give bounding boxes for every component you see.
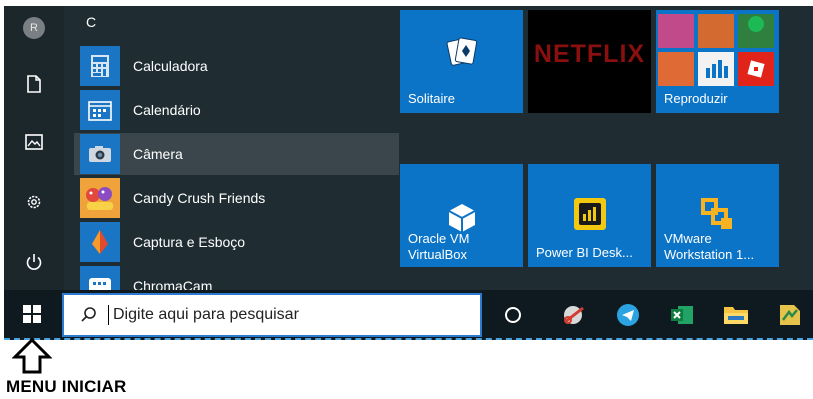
start-rail: R (4, 6, 64, 290)
tile-label: Oracle VM VirtualBox (408, 231, 469, 263)
document-icon (27, 75, 41, 93)
taskbar: Digite aqui para pesquisar (4, 290, 813, 340)
search-icon (81, 307, 96, 322)
app-label: Captura e Esboço (133, 234, 246, 250)
taskbar-snipping-tool[interactable] (553, 296, 595, 334)
avatar: R (23, 17, 45, 39)
tile-vmware-workstation[interactable]: VMware Workstation 1... (656, 164, 779, 267)
tile-label-line1: Oracle VM (408, 231, 470, 246)
screenshot: R C Calculadora Calendário Câmera Candy … (0, 0, 813, 399)
app-chromacam[interactable]: ChromaCam (74, 265, 399, 290)
calendar-icon (80, 90, 120, 130)
tile-power-bi-desktop[interactable]: Power BI Desk... (528, 164, 651, 267)
file-explorer-icon (724, 307, 748, 324)
text-caret (108, 305, 109, 325)
candy-crush-icon (80, 178, 120, 218)
app-label: ChromaCam (133, 278, 213, 290)
snipping-tool-icon (564, 306, 584, 324)
section-letter[interactable]: C (86, 14, 96, 30)
excel-icon (671, 306, 693, 324)
app-list: C Calculadora Calendário Câmera Candy Cr… (64, 6, 399, 290)
user-account-button[interactable]: R (4, 8, 64, 48)
powerbi-icon (528, 196, 651, 232)
camera-icon (80, 134, 120, 174)
tile-label: Power BI Desk... (536, 245, 633, 260)
tile-oracle-vm-virtualbox[interactable]: Oracle VM VirtualBox (400, 164, 523, 267)
tile-label-line2: Workstation 1... (664, 247, 755, 262)
cards-icon (400, 36, 523, 68)
tile-label: Reproduzir (664, 91, 728, 106)
documents-button[interactable] (4, 64, 64, 104)
settings-button[interactable] (4, 182, 64, 222)
tile-netflix[interactable]: NETFLIX (528, 10, 651, 113)
pictures-icon (25, 134, 43, 150)
snip-sketch-icon (80, 222, 120, 262)
app-label: Candy Crush Friends (133, 190, 266, 206)
search-box[interactable]: Digite aqui para pesquisar (62, 293, 482, 337)
app-label: Calendário (133, 102, 201, 118)
tile-label: Solitaire (408, 91, 455, 106)
settings-icon (27, 195, 41, 209)
virtualbox-icon (400, 202, 523, 234)
cortana-button[interactable] (492, 296, 534, 334)
app-camera[interactable]: Câmera (74, 133, 399, 175)
power-button[interactable] (4, 242, 64, 282)
vmware-icon (656, 198, 779, 232)
chromacam-icon (80, 266, 120, 290)
start-menu: R C Calculadora Calendário Câmera Candy … (4, 6, 813, 290)
cortana-icon (505, 307, 521, 323)
netflix-logo: NETFLIX (533, 40, 646, 68)
start-button[interactable] (4, 290, 60, 338)
calculator-icon (80, 46, 120, 86)
taskbar-telegram[interactable] (607, 296, 649, 334)
taskbar-excel[interactable] (661, 296, 703, 334)
pictures-button[interactable] (4, 122, 64, 162)
tile-label-line2: VirtualBox (408, 247, 468, 262)
search-placeholder: Digite aqui para pesquisar (113, 306, 299, 323)
app-candy-crush-friends[interactable]: Candy Crush Friends (74, 177, 399, 219)
tile-label: VMware Workstation 1... (664, 231, 754, 263)
taskbar-app[interactable] (769, 296, 811, 334)
games-folder-icon (656, 10, 779, 88)
app-calculadora[interactable]: Calculadora (74, 45, 399, 87)
app-calendario[interactable]: Calendário (74, 89, 399, 131)
tile-label-line1: VMware (664, 231, 712, 246)
app-label: Calculadora (133, 58, 208, 74)
windows-logo-icon (23, 305, 41, 323)
tile-reproduzir[interactable]: Reproduzir (656, 10, 779, 113)
telegram-icon (617, 304, 639, 326)
taskbar-file-explorer[interactable] (715, 296, 757, 334)
app-label: Câmera (133, 146, 183, 162)
up-arrow-icon (12, 338, 52, 374)
app-captura-e-esboco[interactable]: Captura e Esboço (74, 221, 399, 263)
tile-solitaire[interactable]: Solitaire (400, 10, 523, 113)
annotation-label: MENU INICIAR (6, 377, 127, 396)
app-icon (780, 305, 800, 325)
power-icon (26, 254, 42, 270)
